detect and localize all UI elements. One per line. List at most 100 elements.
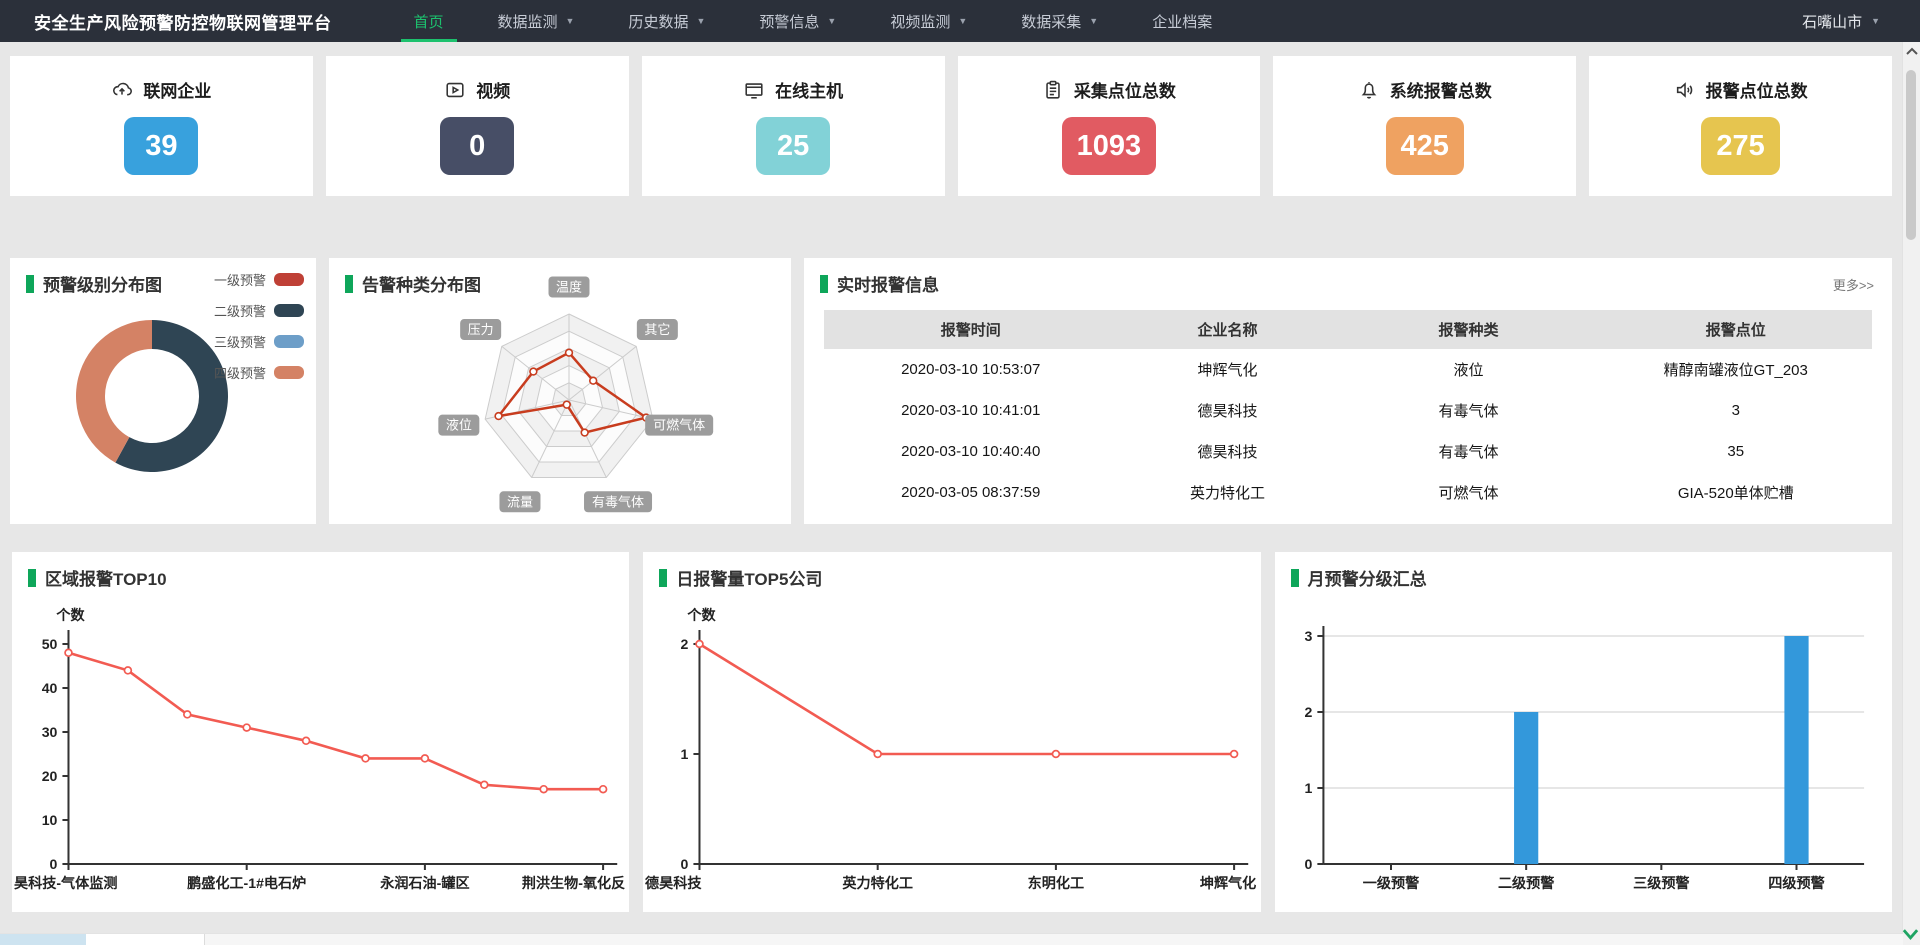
title-marker: [820, 275, 828, 293]
bell-icon: [1358, 79, 1380, 101]
legend-item-二级预警[interactable]: 二级预警: [214, 301, 304, 320]
nav-item-预警信息[interactable]: 预警信息▼: [732, 0, 863, 42]
vertical-scrollbar[interactable]: [1902, 42, 1920, 945]
panel-title: 实时报警信息: [837, 271, 939, 296]
monthly-levels-bar-chart: 0123一级预警二级预警三级预警四级预警: [1275, 596, 1892, 906]
svg-text:一级预警: 一级预警: [1362, 875, 1419, 891]
alarm-row[interactable]: 2020-03-10 10:40:40德昊科技有毒气体35: [824, 431, 1872, 472]
nav-item-label: 企业档案: [1152, 11, 1212, 32]
svg-text:德昊科技: 德昊科技: [645, 875, 702, 891]
alarm-row[interactable]: 2020-03-10 10:53:07坤辉气化液位精醇南罐液位GT_203: [824, 349, 1872, 390]
chevron-down-icon: ▼: [1871, 17, 1880, 26]
more-link[interactable]: 更多>>: [1833, 275, 1874, 294]
region-top10-line-chart: 01020304050个数昊科技-气体监测鹏盛化工-1#电石炉永润石油-罐区荆洪…: [12, 596, 629, 906]
stat-card-采集点位总数: 采集点位总数1093: [958, 56, 1261, 196]
top-navbar: 安全生产风险预警防控物联网管理平台 首页数据监测▼历史数据▼预警信息▼视频监测▼…: [0, 0, 1920, 42]
legend-item-四级预警[interactable]: 四级预警: [214, 363, 304, 382]
alarm-cell: 精醇南罐液位GT_203: [1600, 349, 1872, 390]
title-marker: [28, 569, 36, 587]
legend-label: 一级预警: [214, 270, 266, 289]
alarm-col-header: 报警点位: [1600, 310, 1872, 349]
daily-top5-line-chart: 012个数德昊科技英力特化工东明化工坤辉气化: [643, 596, 1260, 906]
chevron-down-icon: ▼: [1089, 17, 1098, 26]
svg-text:坤辉气化: 坤辉气化: [1200, 875, 1256, 891]
alarm-cell: 2020-03-05 08:37:59: [824, 472, 1117, 513]
svg-text:20: 20: [42, 768, 58, 784]
svg-text:个数: 个数: [687, 607, 717, 623]
radar-axis-label-温度: 温度: [549, 277, 590, 298]
svg-text:东明化工: 东明化工: [1028, 875, 1084, 891]
stat-card-系统报警总数: 系统报警总数425: [1273, 56, 1576, 196]
nav-item-历史数据[interactable]: 历史数据▼: [601, 0, 732, 42]
nav-item-数据采集[interactable]: 数据采集▼: [994, 0, 1125, 42]
scroll-up-arrow-icon[interactable]: [1903, 46, 1920, 56]
donut-slice-四级预警: [76, 320, 152, 463]
alarm-cell: 2020-03-10 10:40:40: [824, 431, 1117, 472]
title-marker: [345, 275, 353, 293]
svg-text:3: 3: [1304, 628, 1312, 644]
radar-axis-label-可燃气体: 可燃气体: [645, 415, 713, 436]
nav-item-label: 视频监测: [890, 11, 950, 32]
svg-text:2: 2: [1304, 704, 1312, 720]
legend-item-三级预警[interactable]: 三级预警: [214, 332, 304, 351]
region-label: 石嘴山市: [1802, 11, 1862, 32]
daily-top5-panel: 日报警量TOP5公司 012个数德昊科技英力特化工东明化工坤辉气化: [643, 552, 1260, 912]
panel-title: 日报警量TOP5公司: [676, 565, 822, 590]
alarm-cell: 有毒气体: [1338, 390, 1600, 431]
alarm-cell: 有毒气体: [1338, 431, 1600, 472]
svg-text:温度: 温度: [556, 280, 582, 295]
stat-label: 在线主机: [775, 77, 843, 102]
alarm-table-header: 报警时间企业名称报警种类报警点位: [824, 310, 1872, 349]
stat-card-报警点位总数: 报警点位总数275: [1589, 56, 1892, 196]
svg-text:有毒气体: 有毒气体: [592, 494, 644, 509]
svg-text:二级预警: 二级预警: [1498, 875, 1555, 891]
alarm-cell: 可燃气体: [1338, 472, 1600, 513]
vertical-scroll-thumb[interactable]: [1906, 70, 1916, 240]
svg-text:2: 2: [681, 636, 689, 652]
chevron-down-icon: ▼: [827, 17, 836, 26]
legend-item-一级预警[interactable]: 一级预警: [214, 270, 304, 289]
panel-title: 预警级别分布图: [43, 271, 162, 296]
horizontal-scrollbar[interactable]: [0, 933, 1903, 945]
realtime-alarm-panel: 实时报警信息 更多>> 报警时间企业名称报警种类报警点位 2020-03-10 …: [804, 258, 1892, 524]
stat-value-badge: 25: [756, 117, 830, 175]
nav-menu: 首页数据监测▼历史数据▼预警信息▼视频监测▼数据采集▼企业档案: [387, 0, 1240, 42]
nav-item-首页[interactable]: 首页: [387, 0, 471, 42]
legend-label: 二级预警: [214, 301, 266, 320]
alarm-type-panel: 告警种类分布图 温度其它可燃气体有毒气体流量液位压力: [329, 258, 791, 524]
region-top10-panel: 区域报警TOP10 01020304050个数昊科技-气体监测鹏盛化工-1#电石…: [12, 552, 629, 912]
bar-二级预警: [1514, 712, 1538, 864]
svg-text:流量: 流量: [507, 494, 533, 509]
svg-text:永润石油-罐区: 永润石油-罐区: [379, 875, 469, 891]
svg-text:30: 30: [42, 724, 58, 740]
alarm-type-radar-chart: 温度其它可燃气体有毒气体流量液位压力: [329, 258, 791, 524]
scroll-down-arrow-icon[interactable]: [1901, 927, 1920, 941]
stat-card-联网企业: 联网企业39: [10, 56, 313, 196]
warning-level-panel: 预警级别分布图 一级预警二级预警三级预警四级预警: [10, 258, 316, 524]
nav-item-视频监测[interactable]: 视频监测 ▼: [863, 0, 994, 42]
svg-text:昊科技-气体监测: 昊科技-气体监测: [14, 875, 117, 891]
legend-swatch: [274, 366, 304, 379]
nav-item-企业档案[interactable]: 企业档案: [1125, 0, 1239, 42]
alarm-cell: 德昊科技: [1117, 390, 1337, 431]
svg-text:个数: 个数: [55, 607, 85, 623]
hscroll-left-block: [0, 934, 86, 945]
alarm-cell: 坤辉气化: [1117, 349, 1337, 390]
alarm-cell: 液位: [1338, 349, 1600, 390]
title-marker: [26, 275, 34, 293]
region-selector[interactable]: 石嘴山市 ▼: [1802, 11, 1880, 32]
nav-item-数据监测[interactable]: 数据监测▼: [471, 0, 602, 42]
clipboard-icon: [1042, 79, 1064, 101]
nav-item-label: 数据监测: [498, 11, 558, 32]
alarm-row[interactable]: 2020-03-05 08:37:59英力特化工可燃气体GIA-520单体贮槽: [824, 472, 1872, 513]
legend-swatch: [274, 304, 304, 317]
svg-text:0: 0: [1304, 856, 1312, 872]
title-marker: [1291, 569, 1299, 587]
chevron-down-icon: ▼: [958, 17, 967, 26]
legend-label: 三级预警: [214, 332, 266, 351]
radar-axis-label-流量: 流量: [499, 491, 540, 512]
speaker-icon: [1674, 79, 1696, 101]
panel-title: 区域报警TOP10: [45, 565, 167, 590]
alarm-row[interactable]: 2020-03-10 10:41:01德昊科技有毒气体3: [824, 390, 1872, 431]
horizontal-scroll-thumb[interactable]: [86, 934, 205, 945]
